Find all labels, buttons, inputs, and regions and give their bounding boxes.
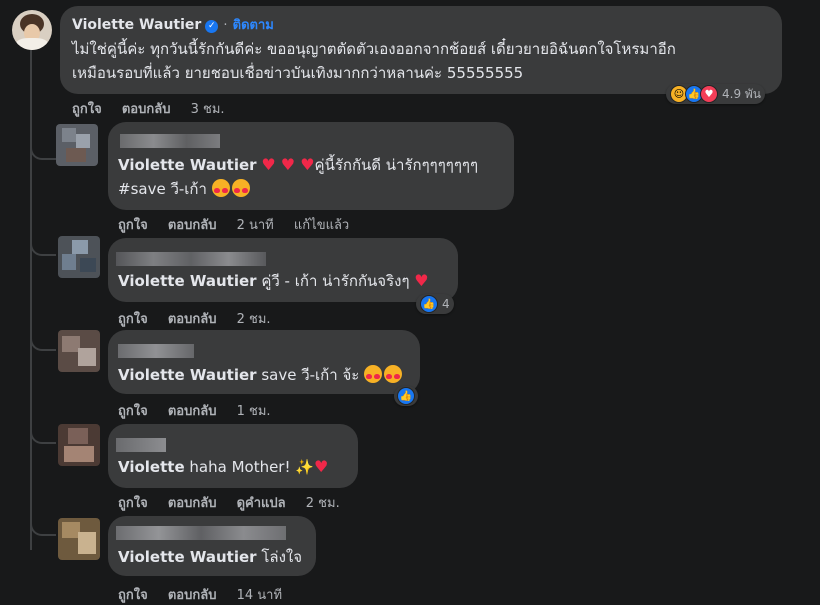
mention-tag[interactable]: Violette Wautier bbox=[118, 272, 257, 290]
reply-text: คู่นี้รักกันดี น่ารักๆๆๆๆๆๆๆ bbox=[314, 156, 479, 174]
heart-emoji: ♥ ♥ ♥ bbox=[261, 155, 315, 174]
avatar[interactable] bbox=[58, 518, 100, 560]
blurred-author-name bbox=[116, 526, 286, 540]
reply-bubble: Violette Wautier ♥ ♥ ♥คู่นี้รักกันดี น่า… bbox=[108, 122, 514, 210]
timestamp[interactable]: 2 ชม. bbox=[306, 496, 340, 511]
comment-author[interactable]: Violette Wautier bbox=[72, 17, 201, 33]
avatar[interactable] bbox=[56, 124, 98, 166]
blurred-author-name bbox=[116, 252, 266, 266]
blurred-author-name bbox=[120, 134, 220, 148]
reply-button[interactable]: ตอบกลับ bbox=[168, 588, 217, 603]
heart-emoji: ♥ bbox=[414, 271, 429, 290]
avatar[interactable] bbox=[12, 10, 52, 50]
blurred-author-name bbox=[118, 344, 194, 358]
reply-actions: ถูกใจ ตอบกลับ ดูคำแปล 2 ชม. bbox=[118, 492, 356, 513]
like-button[interactable]: ถูกใจ bbox=[118, 404, 148, 419]
like-button[interactable]: ถูกใจ bbox=[118, 218, 148, 233]
avatar[interactable] bbox=[58, 424, 100, 466]
reply-text: โล่งใจ bbox=[261, 548, 303, 566]
reply-button[interactable]: ตอบกลับ bbox=[168, 312, 217, 327]
blurred-author-name bbox=[116, 438, 166, 452]
timestamp[interactable]: 1 ชม. bbox=[237, 404, 271, 419]
thread-line bbox=[30, 50, 32, 550]
separator: · bbox=[223, 18, 228, 33]
follow-button[interactable]: ติดตาม bbox=[233, 18, 274, 33]
thread-branch bbox=[30, 130, 56, 160]
avatar[interactable] bbox=[58, 236, 100, 278]
like-button[interactable]: ถูกใจ bbox=[118, 588, 148, 603]
reply-text: haha Mother! bbox=[189, 458, 291, 476]
heart-eyes-emoji bbox=[364, 365, 383, 383]
reply-bubble: Violette Wautier โล่งใจ bbox=[108, 516, 316, 576]
reply-button[interactable]: ตอบกลับ bbox=[168, 404, 217, 419]
timestamp[interactable]: 14 นาที bbox=[237, 588, 282, 603]
heart-eyes-emoji bbox=[384, 365, 403, 383]
reply-hashtag[interactable]: #save วี-เก้า bbox=[118, 180, 207, 198]
like-button[interactable]: ถูกใจ bbox=[118, 496, 148, 511]
timestamp[interactable]: 2 ชม. bbox=[237, 312, 271, 327]
heart-eyes-emoji bbox=[211, 179, 230, 197]
reply-bubble: Violette haha Mother! ✨♥ bbox=[108, 424, 358, 488]
reaction-count: 4.9 พัน bbox=[722, 86, 762, 101]
see-translation-button[interactable]: ดูคำแปล bbox=[237, 496, 286, 511]
comment-text-line-1: ไม่ใช่คู่นี้ค่ะ ทุกวันนี้รักกันดีค่ะ ขออ… bbox=[72, 40, 676, 58]
mention-tag[interactable]: Violette Wautier bbox=[118, 366, 257, 384]
love-reaction-icon: ♥ bbox=[700, 85, 718, 103]
reply-bubble: Violette Wautier save วี-เก้า จ้ะ bbox=[108, 330, 420, 394]
thread-branch bbox=[30, 510, 56, 536]
timestamp[interactable]: 3 ชม. bbox=[191, 102, 225, 117]
reply-actions: ถูกใจ ตอบกลับ 2 นาที แก้ไขแล้ว bbox=[118, 214, 365, 235]
timestamp[interactable]: 2 นาที bbox=[237, 218, 274, 233]
like-reaction-icon: 👍 bbox=[397, 387, 415, 405]
mention-tag[interactable]: Violette Wautier bbox=[118, 548, 257, 566]
thread-branch bbox=[30, 325, 56, 351]
reply-actions: ถูกใจ ตอบกลับ 2 ชม. bbox=[118, 308, 287, 329]
like-reaction-icon: 👍 bbox=[420, 295, 438, 313]
reply-button[interactable]: ตอบกลับ bbox=[168, 218, 217, 233]
verified-badge-icon: ✓ bbox=[205, 20, 219, 33]
heart-eyes-emoji bbox=[231, 179, 250, 197]
reply-bubble: Violette Wautier คู่วี - เก้า น่ารักกันจ… bbox=[108, 238, 458, 302]
reaction-summary[interactable]: ☺ 👍 ♥ 4.9 พัน bbox=[666, 84, 766, 104]
thread-branch bbox=[30, 418, 56, 444]
reaction-count: 4 bbox=[442, 297, 450, 311]
comment-text-line-2: เหมือนรอบที่แล้ว ยายชอบเชื่อข่าวบันเทิงม… bbox=[72, 64, 524, 82]
reply-text: คู่วี - เก้า น่ารักกันจริงๆ bbox=[261, 272, 410, 290]
reply-actions: ถูกใจ ตอบกลับ 1 ชม. bbox=[118, 400, 287, 421]
reaction-summary[interactable]: 👍 4 bbox=[416, 294, 454, 314]
avatar[interactable] bbox=[58, 330, 100, 372]
like-button[interactable]: ถูกใจ bbox=[118, 312, 148, 327]
reaction-summary[interactable]: 👍 bbox=[394, 386, 418, 406]
reply-actions: ถูกใจ ตอบกลับ 14 นาที bbox=[118, 584, 298, 605]
comment-bubble: Violette Wautier ✓ · ติดตาม ไม่ใช่คู่นี้ค… bbox=[60, 6, 782, 94]
heart-emoji: ♥ bbox=[313, 457, 329, 476]
mention-tag[interactable]: Violette bbox=[118, 458, 185, 476]
edited-label[interactable]: แก้ไขแล้ว bbox=[294, 218, 349, 233]
reply-button[interactable]: ตอบกลับ bbox=[168, 496, 217, 511]
reply-text: save วี-เก้า จ้ะ bbox=[261, 366, 360, 384]
thread-branch bbox=[30, 230, 56, 256]
like-button[interactable]: ถูกใจ bbox=[72, 102, 102, 117]
reply-button[interactable]: ตอบกลับ bbox=[122, 102, 171, 117]
sparkles-emoji: ✨ bbox=[295, 458, 314, 476]
mention-tag[interactable]: Violette Wautier bbox=[118, 156, 257, 174]
comment-actions: ถูกใจ ตอบกลับ 3 ชม. bbox=[72, 98, 241, 119]
